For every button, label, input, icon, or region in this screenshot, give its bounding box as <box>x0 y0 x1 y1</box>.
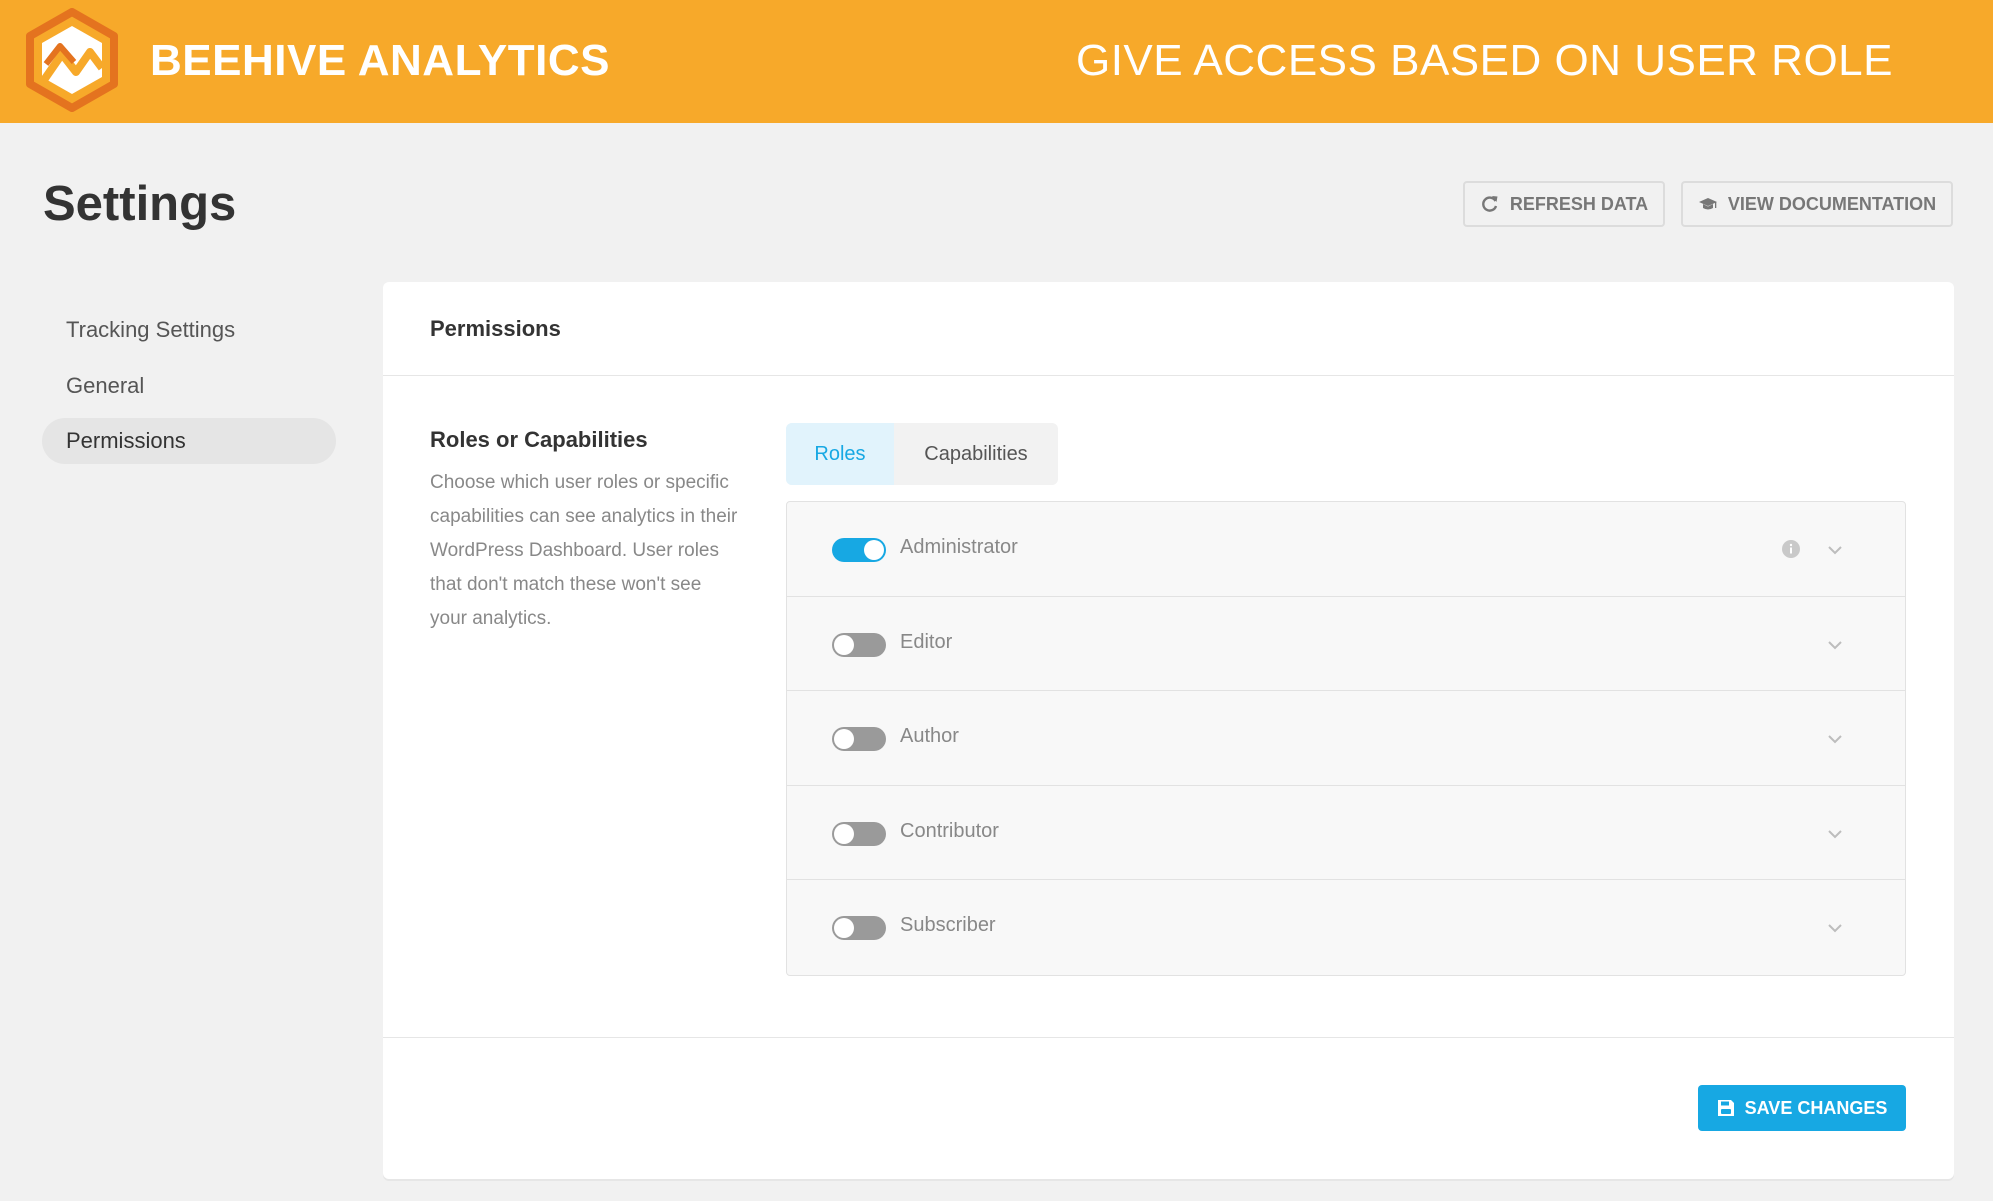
sidebar-item-label: General <box>66 373 145 398</box>
banner-tagline: GIVE ACCESS BASED ON USER ROLE <box>1075 36 1893 85</box>
card-header: Permissions <box>383 282 1954 376</box>
top-banner: BEEHIVE ANALYTICS GIVE ACCESS BASED ON U… <box>0 0 1993 123</box>
role-row-author: Author <box>787 691 1905 786</box>
refresh-data-button[interactable]: REFRESH DATA <box>1463 181 1665 227</box>
role-label: Contributor <box>900 819 999 842</box>
chevron-down-icon[interactable] <box>1825 540 1845 560</box>
sidebar-item-label: Tracking Settings <box>66 317 236 342</box>
role-label: Subscriber <box>900 914 996 937</box>
section-title: Roles or Capabilities <box>430 427 648 452</box>
toggle-knob <box>834 634 854 655</box>
view-documentation-label: VIEW DOCUMENTATION <box>1727 193 1937 214</box>
tab-capabilities[interactable]: Capabilities <box>894 423 1058 485</box>
save-changes-button[interactable]: SAVE CHANGES <box>1698 1085 1906 1131</box>
administrator-toggle[interactable] <box>832 538 886 562</box>
sidebar-item-tracking-settings[interactable]: Tracking Settings <box>42 307 336 353</box>
role-label: Author <box>900 725 959 748</box>
toggle-knob <box>864 540 884 560</box>
sidebar-item-general[interactable]: General <box>42 363 336 409</box>
role-row-contributor: Contributor <box>787 786 1905 881</box>
toggle-knob <box>834 729 854 750</box>
role-row-administrator: Administrator <box>787 502 1905 597</box>
view-documentation-button[interactable]: VIEW DOCUMENTATION <box>1681 181 1953 227</box>
card-title: Permissions <box>430 316 561 341</box>
refresh-data-label: REFRESH DATA <box>1509 193 1649 214</box>
sidebar-item-label: Permissions <box>66 428 186 453</box>
info-icon[interactable] <box>1781 539 1801 559</box>
author-toggle[interactable] <box>832 727 886 752</box>
page-title: Settings <box>43 177 237 231</box>
chevron-down-icon[interactable] <box>1825 635 1845 655</box>
sidebar-item-permissions[interactable]: Permissions <box>42 418 336 464</box>
roles-capabilities-tabs: Roles Capabilities <box>786 423 1058 485</box>
subscriber-toggle[interactable] <box>832 916 886 941</box>
section-description: Choose which user roles or specific capa… <box>430 472 738 629</box>
brand-name: BEEHIVE ANALYTICS <box>150 36 610 85</box>
role-label: Editor <box>900 630 953 653</box>
refresh-icon <box>1481 196 1498 212</box>
toggle-knob <box>834 918 854 939</box>
chevron-down-icon[interactable] <box>1825 918 1845 938</box>
permissions-card: Permissions Roles or Capabilities Choose… <box>383 282 1954 1179</box>
beehive-logo <box>26 8 118 112</box>
role-label: Administrator <box>900 536 1018 558</box>
role-row-subscriber: Subscriber <box>787 880 1905 975</box>
contributor-toggle[interactable] <box>832 821 886 846</box>
tab-roles[interactable]: Roles <box>786 423 894 485</box>
toggle-knob <box>834 823 854 844</box>
card-footer-divider <box>383 1037 1954 1038</box>
roles-list: Administrator Editor Author Contributor … <box>786 501 1906 976</box>
graduation-cap-icon <box>1698 198 1717 210</box>
chevron-down-icon[interactable] <box>1825 729 1845 749</box>
chevron-down-icon[interactable] <box>1825 824 1845 844</box>
floppy-disk-icon <box>1717 1100 1734 1116</box>
save-changes-label: SAVE CHANGES <box>1744 1097 1888 1118</box>
editor-toggle[interactable] <box>832 632 886 657</box>
role-row-editor: Editor <box>787 597 1905 692</box>
